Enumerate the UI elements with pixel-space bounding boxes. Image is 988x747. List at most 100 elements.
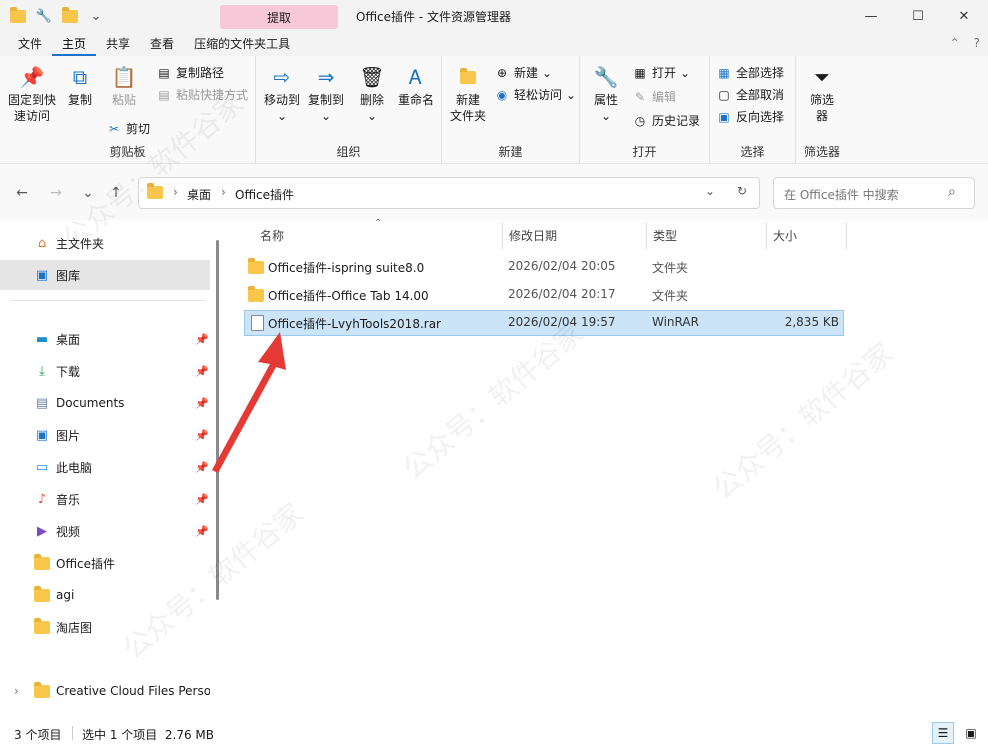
refresh-icon[interactable]: ↻ bbox=[737, 184, 747, 198]
minimize-button[interactable]: — bbox=[848, 0, 894, 32]
filter-button[interactable]: ⏷ 筛选 器 bbox=[802, 64, 842, 124]
documents-icon: ▤ bbox=[35, 395, 49, 411]
address-bar[interactable]: › 桌面 › Office插件 ⌄ ↻ bbox=[138, 177, 760, 209]
tab-file[interactable]: 文件 bbox=[8, 32, 52, 56]
sort-ascending-icon: ⌃ bbox=[374, 218, 383, 229]
ribbon-tabs: 文件 主页 共享 查看 压缩的文件夹工具 bbox=[0, 32, 988, 56]
column-divider[interactable] bbox=[846, 222, 847, 250]
move-to-button[interactable]: ⇨ 移动到 ⌄ bbox=[260, 64, 304, 124]
group-label: 筛选器 bbox=[803, 145, 840, 159]
group-select: ▦ 全部选择 ▢ 全部取消 ▣ 反向选择 选择 bbox=[710, 56, 796, 164]
search-box[interactable]: 在 Office插件 中搜索 ⌕ bbox=[773, 177, 975, 209]
collapse-ribbon-icon[interactable]: ⌃ bbox=[950, 36, 960, 50]
new-item-button[interactable]: ⊕ 新建 ⌄ bbox=[494, 64, 552, 81]
column-size[interactable]: 大小 bbox=[773, 228, 797, 250]
breadcrumb-desktop[interactable]: 桌面 bbox=[187, 186, 211, 203]
pin-icon[interactable]: 📌 bbox=[195, 525, 209, 538]
copy-button[interactable]: ⧉ 复制 bbox=[60, 64, 100, 108]
history-button[interactable]: ◷ 历史记录 bbox=[632, 112, 700, 129]
video-icon: ▶ bbox=[37, 523, 47, 539]
folder-icon bbox=[248, 286, 264, 302]
tab-compressed-tools[interactable]: 压缩的文件夹工具 bbox=[184, 32, 300, 56]
column-divider[interactable] bbox=[502, 222, 503, 250]
column-name[interactable]: 名称 bbox=[260, 228, 284, 250]
folder-icon bbox=[34, 553, 50, 571]
desktop-icon: ▬ bbox=[35, 331, 49, 347]
sidebar-item-documents[interactable]: ▤ Documents 📌 bbox=[0, 388, 210, 418]
search-icon[interactable]: ⌕ bbox=[948, 184, 956, 200]
search-input[interactable]: 在 Office插件 中搜索 bbox=[784, 186, 899, 203]
sidebar-item-gallery[interactable]: ▣ 图库 bbox=[0, 260, 210, 290]
up-button[interactable]: ↑ bbox=[104, 182, 128, 204]
sidebar-item-music[interactable]: ♪ 音乐 📌 bbox=[0, 484, 210, 514]
close-button[interactable]: ✕ bbox=[941, 0, 987, 32]
cut-button[interactable]: ✂ 剪切 bbox=[106, 120, 150, 137]
new-folder-button[interactable]: 新建 文件夹 bbox=[446, 64, 490, 124]
breadcrumb-current[interactable]: Office插件 bbox=[235, 186, 294, 203]
paste-shortcut-button[interactable]: ▤ 粘贴快捷方式 bbox=[156, 86, 248, 103]
invert-selection-button[interactable]: ▣ 反向选择 bbox=[716, 108, 784, 125]
help-icon[interactable]: ? bbox=[974, 36, 980, 50]
easy-access-button[interactable]: ◉ 轻松访问 ⌄ bbox=[494, 86, 576, 103]
properties-icon[interactable]: 🔧 bbox=[34, 6, 54, 26]
sidebar-item-office-plugins[interactable]: Office插件 bbox=[0, 548, 210, 578]
pin-icon[interactable]: 📌 bbox=[195, 493, 209, 506]
tab-view[interactable]: 查看 bbox=[140, 32, 184, 56]
back-button[interactable]: ← bbox=[10, 182, 34, 204]
column-divider[interactable] bbox=[766, 222, 767, 250]
sidebar-item-this-pc[interactable]: ▭ 此电脑 📌 bbox=[0, 452, 210, 482]
chevron-down-icon[interactable]: ⌄ bbox=[86, 6, 106, 26]
sidebar-item-agi[interactable]: agi bbox=[0, 580, 210, 610]
maximize-button[interactable]: ☐ bbox=[895, 0, 941, 32]
pin-icon: 📌 bbox=[19, 65, 45, 89]
sidebar-item-pictures[interactable]: ▣ 图片 📌 bbox=[0, 420, 210, 450]
sidebar-item-creative-cloud[interactable]: › Creative Cloud Files Perso bbox=[0, 676, 210, 706]
properties-button[interactable]: 🔧 属性 ⌄ bbox=[588, 64, 624, 124]
folder-icon[interactable] bbox=[8, 6, 28, 26]
chevron-down-icon[interactable]: ⌄ bbox=[705, 184, 715, 198]
details-view-icon[interactable]: ☰ bbox=[932, 722, 954, 744]
delete-button[interactable]: 🗑 删除 ⌄ bbox=[354, 64, 390, 124]
window-title: Office插件 - 文件资源管理器 bbox=[356, 10, 511, 24]
new-folder-icon[interactable] bbox=[60, 6, 80, 26]
tab-share[interactable]: 共享 bbox=[96, 32, 140, 56]
edit-button[interactable]: ✎ 编辑 bbox=[632, 88, 676, 105]
large-icons-view-icon[interactable]: ▣ bbox=[960, 722, 982, 744]
list-item[interactable]: Office插件-Office Tab 14.00 2026/02/04 20:… bbox=[244, 282, 844, 308]
group-clipboard: 📌 固定到快 速访问 ⧉ 复制 📋 粘贴 ▤ 复制路径 ▤ 粘贴快捷方式 ✂ 剪… bbox=[0, 56, 256, 164]
plus-icon: ⊕ bbox=[496, 65, 508, 80]
ribbon: 📌 固定到快 速访问 ⧉ 复制 📋 粘贴 ▤ 复制路径 ▤ 粘贴快捷方式 ✂ 剪… bbox=[0, 56, 988, 164]
column-divider[interactable] bbox=[646, 222, 647, 250]
chevron-right-icon[interactable]: › bbox=[14, 684, 19, 698]
wrench-icon: 🔧 bbox=[593, 65, 619, 89]
copy-to-button[interactable]: ⇒ 复制到 ⌄ bbox=[304, 64, 348, 124]
funnel-icon: ⏷ bbox=[814, 65, 830, 89]
list-item[interactable]: Office插件-ispring suite8.0 2026/02/04 20:… bbox=[244, 254, 844, 280]
open-button[interactable]: ▦ 打开 ⌄ bbox=[632, 64, 690, 81]
pin-quick-access-button[interactable]: 📌 固定到快 速访问 bbox=[6, 64, 58, 124]
list-item-selected[interactable]: Office插件-LvyhTools2018.rar 2026/02/04 19… bbox=[244, 310, 844, 336]
recent-chevron-icon[interactable]: ⌄ bbox=[76, 182, 100, 204]
group-label: 新建 bbox=[498, 145, 523, 159]
column-date[interactable]: 修改日期 bbox=[509, 228, 557, 250]
tab-home[interactable]: 主页 bbox=[52, 32, 97, 56]
rename-button[interactable]: Ꭺ 重命名 bbox=[394, 64, 438, 108]
this-pc-icon: ▭ bbox=[35, 459, 49, 475]
select-all-button[interactable]: ▦ 全部选择 bbox=[716, 64, 784, 81]
copy-path-icon: ▤ bbox=[158, 65, 170, 80]
sidebar-item-home[interactable]: ⌂ 主文件夹 bbox=[0, 228, 210, 258]
context-tab-extract[interactable]: 提取 bbox=[220, 5, 338, 29]
sidebar-item-downloads[interactable]: ⤓ 下载 📌 bbox=[0, 356, 210, 386]
clipboard-icon: 📋 bbox=[111, 65, 137, 89]
pictures-icon: ▣ bbox=[35, 427, 49, 443]
sidebar-item-desktop[interactable]: ▬ 桌面 📌 bbox=[0, 324, 210, 354]
copy-path-button[interactable]: ▤ 复制路径 bbox=[156, 64, 224, 81]
select-none-button[interactable]: ▢ 全部取消 bbox=[716, 86, 784, 103]
column-type[interactable]: 类型 bbox=[653, 228, 677, 250]
download-icon: ⤓ bbox=[39, 363, 45, 379]
scissors-icon: ✂ bbox=[108, 121, 120, 136]
sidebar-item-videos[interactable]: ▶ 视频 📌 bbox=[0, 516, 210, 546]
forward-button[interactable]: → bbox=[44, 182, 68, 204]
paste-button[interactable]: 📋 粘贴 bbox=[104, 64, 144, 108]
sidebar-item-shop-images[interactable]: 淘店图 bbox=[0, 612, 210, 642]
